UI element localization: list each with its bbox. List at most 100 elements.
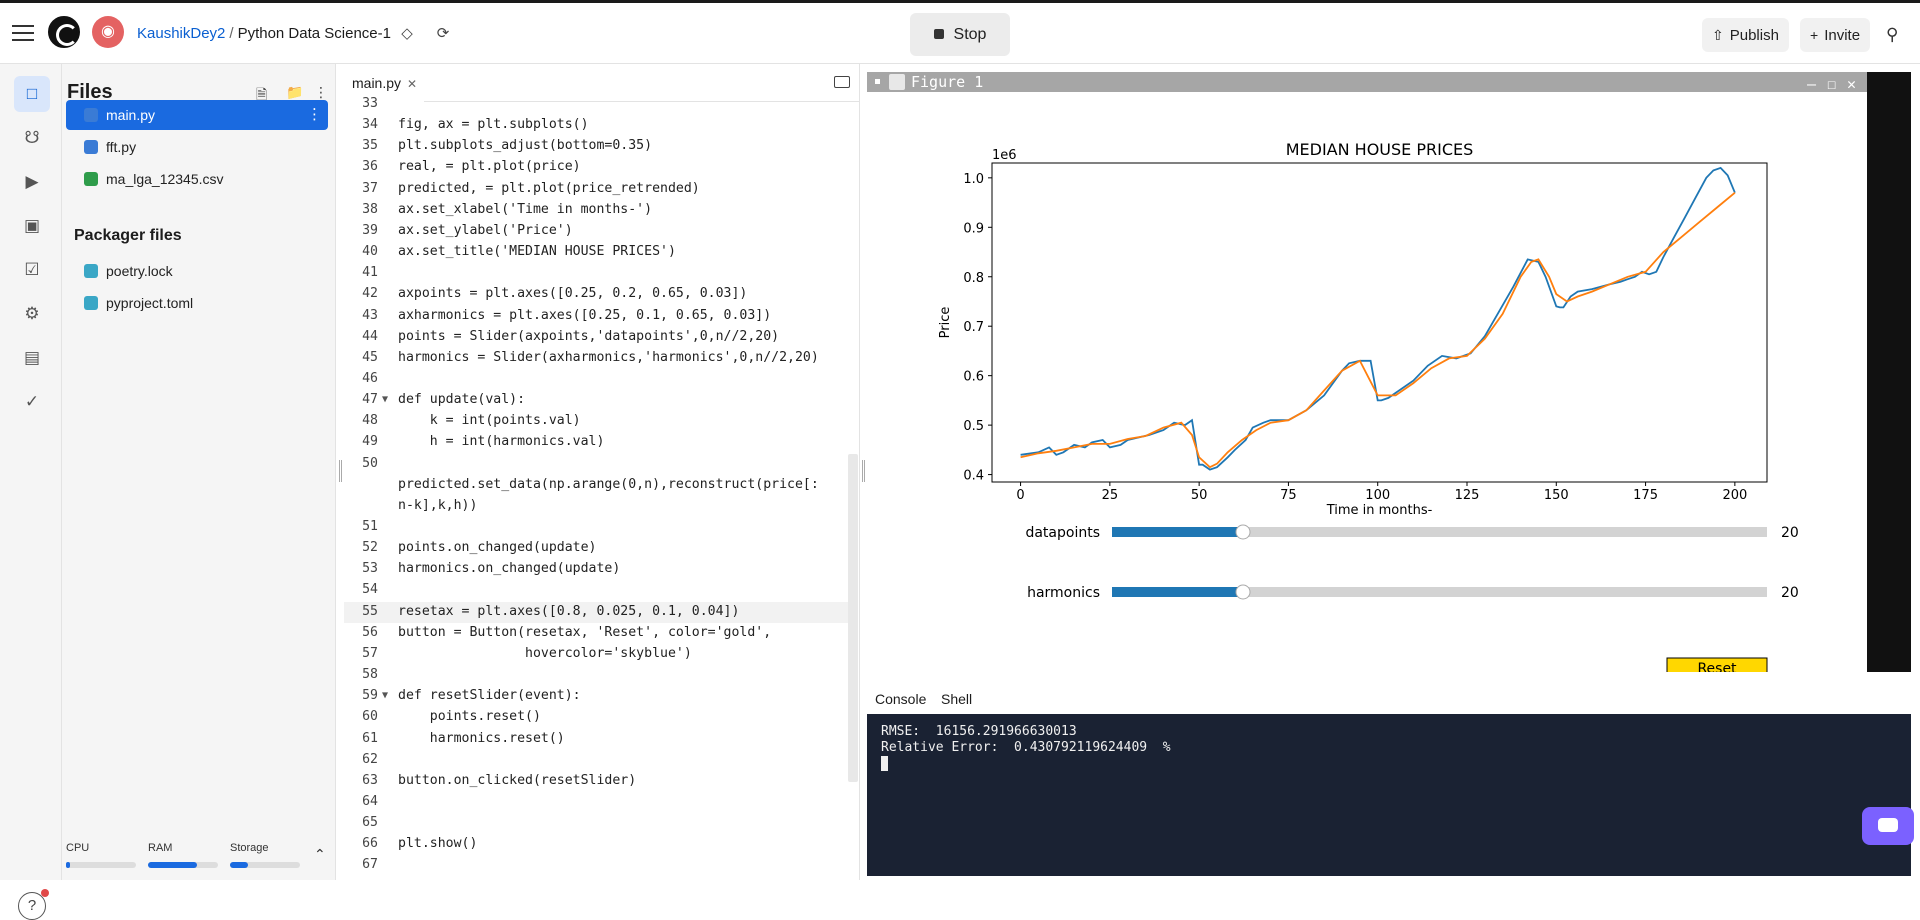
slider-value: 20 xyxy=(1781,525,1799,541)
search-icon[interactable]: ⚲ xyxy=(1886,25,1906,45)
console-line: RMSE: 16156.291966630013 xyxy=(881,724,1077,739)
chat-button[interactable] xyxy=(1862,807,1914,845)
line-number: 48 xyxy=(362,413,378,429)
notification-dot xyxy=(41,889,49,897)
check-icon[interactable]: ✓ xyxy=(14,384,50,420)
y-offset-label: 1e6 xyxy=(992,148,1017,163)
close-icon[interactable]: ✕ xyxy=(407,77,417,91)
line-number: 55 xyxy=(362,603,378,619)
code-line: plt.show() xyxy=(398,836,478,852)
files-icon[interactable]: □ xyxy=(14,76,50,112)
line-number: 63 xyxy=(362,772,378,788)
invite-button[interactable]: + Invite xyxy=(1800,18,1871,52)
line-number: 60 xyxy=(362,709,378,725)
fold-icon[interactable]: ▼ xyxy=(382,394,388,405)
run-icon[interactable]: ▶ xyxy=(14,164,50,200)
line-number: 44 xyxy=(362,328,378,344)
console-cursor xyxy=(881,756,888,771)
y-tick-label: 1.0 xyxy=(963,172,984,187)
code-line: hovercolor='skyblue') xyxy=(398,645,692,661)
window-menu-icon[interactable] xyxy=(875,79,880,84)
more-icon[interactable]: ⋮ xyxy=(314,84,328,101)
line-number: 33 xyxy=(362,96,378,111)
stop-button[interactable]: Stop xyxy=(910,13,1010,56)
line-number: 43 xyxy=(362,307,378,323)
code-line: def resetSlider(event): xyxy=(398,688,581,704)
slider-handle[interactable] xyxy=(1235,584,1251,600)
python-icon xyxy=(84,108,98,122)
menu-icon[interactable] xyxy=(12,25,34,43)
replit-logo[interactable] xyxy=(48,16,80,48)
tab-shell[interactable]: Shell xyxy=(933,686,980,712)
git-icon[interactable]: ☋ xyxy=(14,120,50,156)
history-icon[interactable]: ⟳ xyxy=(434,25,452,43)
x-tick-label: 150 xyxy=(1544,488,1569,503)
x-tick-label: 0 xyxy=(1016,488,1024,503)
file-item[interactable]: fft.py xyxy=(66,132,328,162)
python-icon xyxy=(84,296,98,310)
scrollbar[interactable] xyxy=(848,454,858,782)
line-number: 64 xyxy=(362,793,378,809)
packager-file-item[interactable]: poetry.lock xyxy=(66,256,328,286)
username-link[interactable]: KaushikDey2 xyxy=(137,25,225,42)
database-icon[interactable]: ▤ xyxy=(14,340,50,376)
line-number: 52 xyxy=(362,540,378,556)
code-area[interactable]: 33 34 fig, ax = plt.subplots() 35 plt.subplo… xyxy=(344,96,860,880)
y-tick-label: 0.7 xyxy=(963,320,984,335)
y-tick-label: 0.4 xyxy=(963,469,984,484)
code-line: points.reset() xyxy=(398,709,541,725)
maximize-icon[interactable]: ☐ xyxy=(1827,74,1843,93)
help-icon[interactable]: ? xyxy=(18,889,49,920)
figure-title: Figure 1 xyxy=(911,73,984,91)
code-line: ax.set_xlabel('Time in months-') xyxy=(398,201,653,217)
console-output[interactable]: RMSE: 16156.291966630013 Relative Error:… xyxy=(867,714,1911,876)
figure-titlebar: Figure 1 — ☐ ✕ xyxy=(867,72,1867,93)
files-panel: Files 🗎 📁 ⋮ main.py ⋮ fft.py ma_lga_12345.c… xyxy=(62,64,336,880)
chevron-up-icon[interactable]: ⌃ xyxy=(314,846,326,863)
code-editor: main.py ✕ 33 34 fig, ax = plt.subplots() 35 p… xyxy=(344,64,860,880)
tab-console[interactable]: Console xyxy=(867,686,935,712)
slider-fill xyxy=(1112,527,1243,537)
layout-icon[interactable] xyxy=(834,76,850,88)
line-number: 54 xyxy=(362,582,378,598)
panel-resize-handle[interactable] xyxy=(862,460,865,482)
new-folder-icon[interactable]: 📁 xyxy=(286,84,303,101)
fold-icon[interactable]: ▼ xyxy=(382,690,388,701)
avatar[interactable]: ◉ xyxy=(92,16,124,48)
packager-file-item[interactable]: pyproject.toml xyxy=(66,288,328,318)
y-tick-label: 0.9 xyxy=(963,221,984,236)
file-item[interactable]: ma_lga_12345.csv xyxy=(66,164,328,194)
tool-rail: □ ☋ ▶ ▣ ☑ ⚙ ▤ ✓ ? xyxy=(0,64,62,920)
line-number: 39 xyxy=(362,222,378,238)
lock-icon[interactable]: ☑ xyxy=(14,252,50,288)
line-number: 51 xyxy=(362,519,378,534)
panel-resize-handle[interactable] xyxy=(339,460,342,482)
y-axis-label: Price xyxy=(938,307,953,339)
packages-icon[interactable]: ▣ xyxy=(14,208,50,244)
line-number: 34 xyxy=(362,117,378,133)
code-line: k = int(points.val) xyxy=(398,413,581,429)
slider-handle[interactable] xyxy=(1235,524,1251,540)
publish-button[interactable]: ⇧ Publish xyxy=(1702,18,1789,52)
code-line: plt.subplots_adjust(bottom=0.35) xyxy=(398,138,653,154)
reset-button-label: Reset xyxy=(1697,661,1737,672)
close-icon[interactable]: ✕ xyxy=(1847,74,1863,93)
minimize-icon[interactable]: — xyxy=(1807,74,1823,93)
settings-icon[interactable]: ⚙ xyxy=(14,296,50,332)
x-tick-label: 75 xyxy=(1280,488,1297,503)
line-number: 35 xyxy=(362,138,378,154)
code-line: resetax = plt.axes([0.8, 0.025, 0.1, 0.0… xyxy=(398,603,740,619)
more-icon[interactable]: ⋮ xyxy=(307,100,322,130)
cpu-bar xyxy=(66,862,136,868)
python-icon xyxy=(84,264,98,278)
chart-title: MEDIAN HOUSE PRICES xyxy=(1286,140,1474,159)
file-item[interactable]: main.py ⋮ xyxy=(66,100,328,130)
project-name[interactable]: Python Data Science-1 xyxy=(238,25,391,42)
project-info-icon[interactable]: ◇ xyxy=(398,25,416,43)
code-line: harmonics.reset() xyxy=(398,730,565,746)
code-line: button.on_clicked(resetSlider) xyxy=(398,772,637,788)
x-tick-label: 175 xyxy=(1633,488,1658,503)
code-line: axpoints = plt.axes([0.25, 0.2, 0.65, 0.… xyxy=(398,286,748,302)
code-line: n-k],k,h)) xyxy=(398,497,478,513)
editor-tabs: main.py ✕ xyxy=(344,64,860,102)
